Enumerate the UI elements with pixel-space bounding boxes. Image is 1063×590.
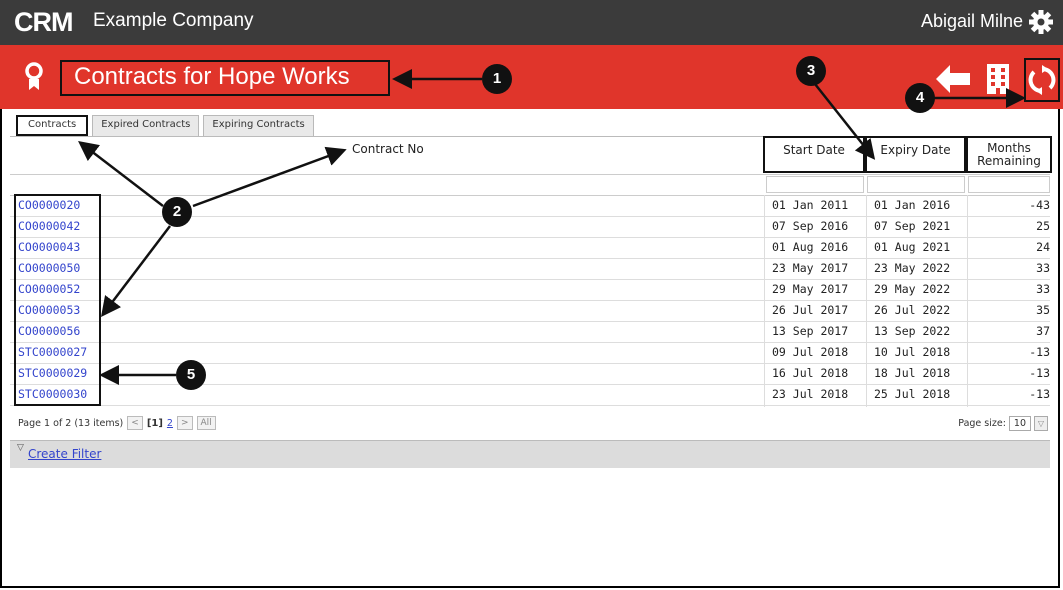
table-row[interactable]: CO0000053 26 Jul 2017 26 Jul 2022 35 (10, 300, 1050, 322)
table-row[interactable]: STC0000027 09 Jul 2018 10 Jul 2018 -13 (10, 342, 1050, 364)
months-remaining-cell: -13 (1029, 345, 1050, 359)
chevron-down-icon[interactable]: ▽ (1034, 416, 1048, 431)
back-arrow-icon[interactable] (936, 65, 970, 97)
column-header-expiry-date[interactable]: Expiry Date (865, 136, 966, 173)
start-date-cell: 29 May 2017 (772, 282, 849, 296)
start-date-cell: 26 Jul 2017 (772, 303, 849, 317)
start-date-cell: 13 Sep 2017 (772, 324, 849, 338)
expiry-date-cell: 13 Sep 2022 (874, 324, 951, 338)
column-separator (866, 195, 867, 407)
column-header-label: Start Date (783, 143, 845, 157)
expiry-date-cell: 01 Jan 2016 (874, 198, 951, 212)
column-header-start-date[interactable]: Start Date (763, 136, 865, 173)
filter-cell-months-remaining[interactable] (968, 176, 1050, 193)
user-name[interactable]: Abigail Milne (921, 11, 1023, 32)
expiry-date-cell: 10 Jul 2018 (874, 345, 951, 359)
gear-icon[interactable] (1028, 9, 1054, 35)
company-name: Example Company (93, 10, 254, 31)
months-remaining-cell: 33 (1036, 282, 1050, 296)
callout-box-contract-ids (14, 194, 101, 406)
months-remaining-cell: -13 (1029, 366, 1050, 380)
column-header-months-remaining[interactable]: Months Remaining (966, 136, 1052, 173)
column-header-label: Months Remaining (977, 141, 1041, 168)
page-size-label: Page size: (958, 418, 1006, 429)
expiry-date-cell: 29 May 2022 (874, 282, 951, 296)
start-date-cell: 23 May 2017 (772, 261, 849, 275)
page-size-select[interactable]: 10 (1008, 416, 1031, 431)
funnel-icon: ▽ (17, 443, 24, 453)
months-remaining-cell: -43 (1029, 198, 1050, 212)
expiry-date-cell: 18 Jul 2018 (874, 366, 951, 380)
column-header-contract-no[interactable]: Contract No (352, 142, 424, 156)
pager-summary: Page 1 of 2 (13 items) (18, 417, 124, 429)
callout-3: 3 (796, 56, 826, 86)
top-bar: CRM Example Company Abigail Milne (0, 0, 1063, 45)
expiry-date-cell: 26 Jul 2022 (874, 303, 951, 317)
pager: Page 1 of 2 (13 items) < [1] 2 > All (18, 416, 216, 430)
award-ribbon-icon (24, 62, 44, 96)
callout-1: 1 (482, 64, 512, 94)
column-separator (967, 195, 968, 407)
tab-expiring-contracts[interactable]: Expiring Contracts (203, 115, 314, 137)
months-remaining-cell: 33 (1036, 261, 1050, 275)
pager-next-button[interactable]: > (176, 416, 193, 430)
page-size-control: Page size: 10 ▽ (958, 416, 1048, 431)
column-separator (764, 195, 765, 407)
pager-page-2[interactable]: 2 (167, 418, 173, 429)
filter-cell-expiry-date[interactable] (867, 176, 965, 193)
months-remaining-cell: 25 (1036, 219, 1050, 233)
months-remaining-cell: 37 (1036, 324, 1050, 338)
callout-5: 5 (176, 360, 206, 390)
start-date-cell: 23 Jul 2018 (772, 387, 849, 401)
table-row[interactable]: STC0000029 16 Jul 2018 18 Jul 2018 -13 (10, 363, 1050, 385)
table-row[interactable]: CO0000052 29 May 2017 29 May 2022 33 (10, 279, 1050, 301)
expiry-date-cell: 23 May 2022 (874, 261, 951, 275)
table-row[interactable]: CO0000043 01 Aug 2016 01 Aug 2021 24 (10, 237, 1050, 259)
months-remaining-cell: 24 (1036, 240, 1050, 254)
expiry-date-cell: 25 Jul 2018 (874, 387, 951, 401)
months-remaining-cell: -13 (1029, 387, 1050, 401)
expiry-date-cell: 07 Sep 2021 (874, 219, 951, 233)
table-row[interactable]: CO0000050 23 May 2017 23 May 2022 33 (10, 258, 1050, 280)
pager-current-page: [1] (146, 417, 163, 429)
pager-all-button[interactable]: All (196, 416, 216, 430)
callout-4: 4 (905, 83, 935, 113)
building-icon[interactable] (987, 64, 1009, 98)
months-remaining-cell: 35 (1036, 303, 1050, 317)
table-row[interactable]: STC0000030 23 Jul 2018 25 Jul 2018 -13 (10, 384, 1050, 406)
table-row[interactable]: CO0000056 13 Sep 2017 13 Sep 2022 37 (10, 321, 1050, 343)
tab-strip: Contracts Expired Contracts Expiring Con… (16, 115, 314, 137)
tab-expired-contracts[interactable]: Expired Contracts (92, 115, 200, 137)
tab-contracts[interactable]: Contracts (16, 115, 89, 136)
pager-prev-button[interactable]: < (127, 416, 143, 430)
filter-cell-start-date[interactable] (766, 176, 864, 193)
page-title: Contracts for Hope Works (74, 63, 350, 90)
start-date-cell: 16 Jul 2018 (772, 366, 849, 380)
start-date-cell: 07 Sep 2016 (772, 219, 849, 233)
callout-2: 2 (162, 197, 192, 227)
start-date-cell: 01 Aug 2016 (772, 240, 849, 254)
start-date-cell: 01 Jan 2011 (772, 198, 849, 212)
column-header-label: Expiry Date (880, 143, 951, 157)
crm-logo[interactable]: CRM (14, 7, 86, 37)
create-filter-link[interactable]: Create Filter (28, 447, 101, 461)
svg-text:CRM: CRM (14, 9, 73, 35)
refresh-icon[interactable] (1028, 65, 1056, 99)
filter-bar (10, 440, 1050, 468)
start-date-cell: 09 Jul 2018 (772, 345, 849, 359)
expiry-date-cell: 01 Aug 2021 (874, 240, 951, 254)
